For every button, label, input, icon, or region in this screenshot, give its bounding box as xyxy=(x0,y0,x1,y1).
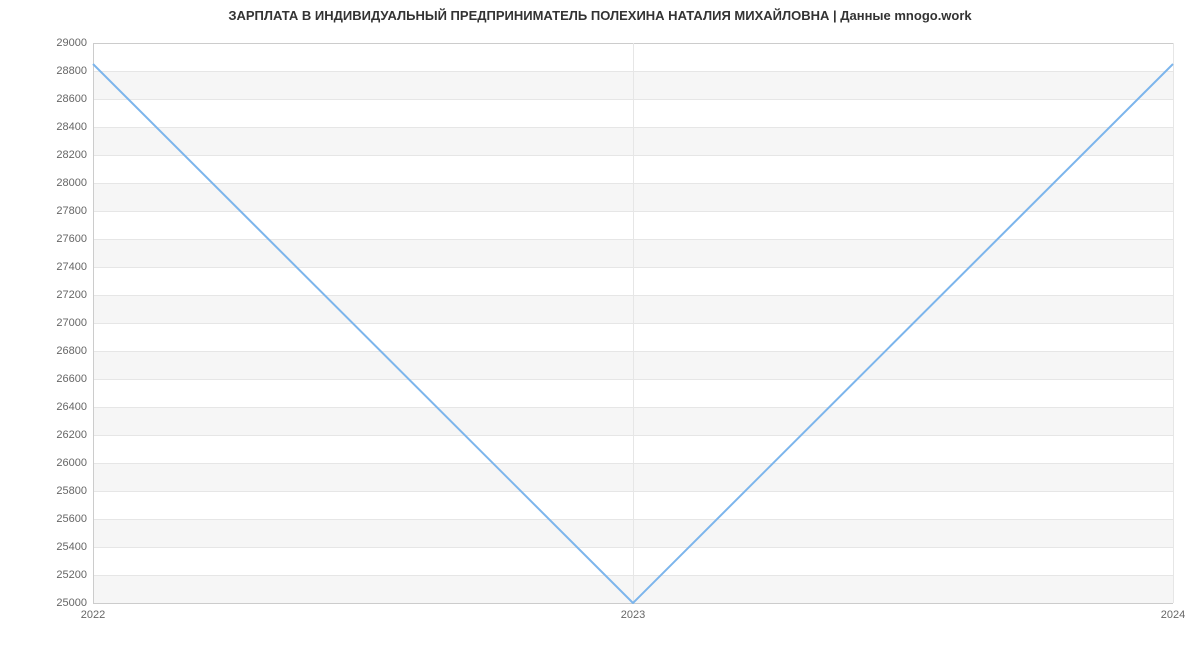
y-tick-label: 25200 xyxy=(56,569,93,581)
x-tick-label: 2023 xyxy=(621,603,645,621)
y-tick-label: 27200 xyxy=(56,289,93,301)
y-tick-label: 26000 xyxy=(56,457,93,469)
gridline-v xyxy=(1173,43,1174,603)
chart-title: ЗАРПЛАТА В ИНДИВИДУАЛЬНЫЙ ПРЕДПРИНИМАТЕЛ… xyxy=(0,8,1200,23)
y-tick-label: 27800 xyxy=(56,205,93,217)
y-tick-label: 26200 xyxy=(56,429,93,441)
salary-chart: ЗАРПЛАТА В ИНДИВИДУАЛЬНЫЙ ПРЕДПРИНИМАТЕЛ… xyxy=(0,0,1200,650)
y-tick-label: 27000 xyxy=(56,317,93,329)
x-tick-label: 2022 xyxy=(81,603,105,621)
y-tick-label: 28800 xyxy=(56,65,93,77)
y-tick-label: 25600 xyxy=(56,513,93,525)
y-tick-label: 28400 xyxy=(56,121,93,133)
y-tick-label: 29000 xyxy=(56,37,93,49)
y-tick-label: 25800 xyxy=(56,485,93,497)
y-tick-label: 25400 xyxy=(56,541,93,553)
y-tick-label: 26800 xyxy=(56,345,93,357)
plot-area: 2500025200254002560025800260002620026400… xyxy=(93,43,1173,603)
x-tick-label: 2024 xyxy=(1161,603,1185,621)
y-tick-label: 27400 xyxy=(56,261,93,273)
y-tick-label: 28200 xyxy=(56,149,93,161)
y-tick-label: 26600 xyxy=(56,373,93,385)
y-tick-label: 26400 xyxy=(56,401,93,413)
line-series xyxy=(93,43,1173,603)
y-tick-label: 28600 xyxy=(56,93,93,105)
y-tick-label: 27600 xyxy=(56,233,93,245)
data-line xyxy=(93,64,1173,603)
y-tick-label: 28000 xyxy=(56,177,93,189)
